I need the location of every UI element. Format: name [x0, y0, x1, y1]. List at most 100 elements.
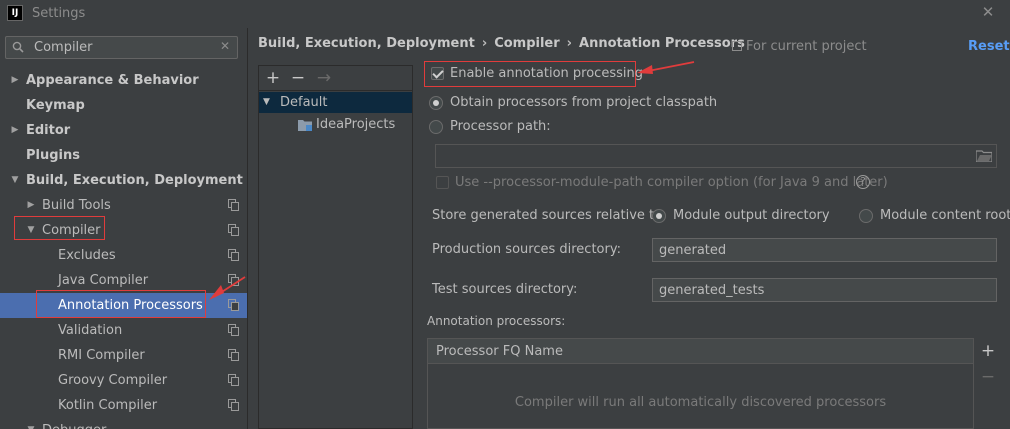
production-sources-label: Production sources directory:: [432, 242, 621, 257]
breadcrumb-item: Annotation Processors: [579, 36, 745, 51]
sidebar-item-keymap[interactable]: Keymap: [0, 93, 247, 118]
module-label: IdeaProjects: [316, 117, 396, 132]
sidebar-item-groovy-compiler[interactable]: Groovy Compiler: [0, 368, 247, 393]
sidebar-divider[interactable]: [247, 28, 248, 429]
sidebar-item-label: RMI Compiler: [58, 348, 145, 363]
sidebar-item-label: Build Tools: [42, 198, 111, 213]
module-path-checkbox[interactable]: [436, 176, 449, 189]
module-path-label[interactable]: Use --processor-module-path compiler opt…: [455, 175, 888, 190]
search-icon: [12, 41, 24, 53]
sidebar-item-label: Annotation Processors: [58, 298, 203, 313]
sidebar-item-kotlin-compiler[interactable]: Kotlin Compiler: [0, 393, 247, 418]
annotation-processors-section-label: Annotation processors:: [427, 314, 566, 328]
project-level-icon: [228, 274, 239, 286]
browse-folder-icon[interactable]: [976, 150, 992, 162]
sidebar-item-label: Java Compiler: [58, 273, 149, 288]
table-empty-text: Compiler will run all automatically disc…: [514, 395, 887, 410]
sidebar-item-label: Excludes: [58, 248, 116, 263]
add-profile-button[interactable]: +: [263, 68, 283, 88]
expand-arrow-icon[interactable]: ▶: [9, 68, 21, 93]
expand-arrow-icon[interactable]: ▶: [9, 118, 21, 143]
project-level-icon: [228, 324, 239, 336]
project-level-icon: [228, 224, 239, 236]
column-header-processor-name[interactable]: Processor FQ Name: [436, 339, 563, 364]
project-level-icon: [228, 199, 239, 211]
test-sources-label: Test sources directory:: [432, 282, 578, 297]
module-folder-icon: [298, 120, 312, 131]
sidebar-item-plugins[interactable]: Plugins: [0, 143, 247, 168]
add-processor-button[interactable]: +: [980, 342, 996, 360]
table-header[interactable]: Processor FQ Name: [428, 339, 973, 364]
remove-profile-button[interactable]: −: [288, 68, 308, 88]
processor-path-label[interactable]: Processor path:: [450, 119, 551, 134]
project-scope-icon: [732, 41, 742, 51]
sidebar-item-compiler[interactable]: ▼ Compiler: [0, 218, 247, 243]
project-level-icon: [228, 299, 239, 311]
breadcrumb-separator: ›: [481, 36, 488, 51]
processor-path-field[interactable]: [435, 144, 997, 168]
obtain-classpath-radio[interactable]: [429, 96, 443, 110]
sidebar-item-label: Keymap: [26, 98, 85, 113]
collapse-arrow-icon[interactable]: ▼: [25, 418, 37, 429]
project-level-icon: [228, 249, 239, 261]
breadcrumb-item: Build, Execution, Deployment: [258, 36, 475, 51]
search-box[interactable]: ✕: [5, 36, 238, 59]
close-icon[interactable]: ✕: [980, 4, 996, 20]
sidebar-item-rmi-compiler[interactable]: RMI Compiler: [0, 343, 247, 368]
module-output-label[interactable]: Module output directory: [673, 208, 830, 223]
move-module-button[interactable]: →: [314, 68, 334, 88]
sidebar-item-label: Kotlin Compiler: [58, 398, 158, 413]
breadcrumb: Build, Execution, Deployment › Compiler › An…: [258, 36, 745, 51]
profile-default[interactable]: ▼ Default: [259, 92, 412, 113]
module-content-radio[interactable]: [859, 209, 873, 223]
production-sources-input[interactable]: [653, 239, 996, 261]
store-generated-label: Store generated sources relative to:: [432, 208, 667, 223]
sidebar-item-label: Compiler: [42, 223, 101, 238]
scope-text: For current project: [746, 39, 867, 54]
profile-module-item[interactable]: IdeaProjects: [259, 114, 412, 136]
sidebar-item-build-execution-deployment[interactable]: ▼ Build, Execution, Deployment: [0, 168, 247, 193]
processors-table: Processor FQ Name Compiler will run all …: [427, 338, 974, 429]
processor-path-input[interactable]: [436, 145, 996, 167]
obtain-classpath-label[interactable]: Obtain processors from project classpath: [450, 95, 717, 110]
sidebar-item-excludes[interactable]: Excludes: [0, 243, 247, 268]
help-icon[interactable]: ?: [856, 175, 870, 189]
remove-processor-button[interactable]: −: [980, 368, 996, 386]
breadcrumb-item: Compiler: [494, 36, 560, 51]
sidebar-item-debugger[interactable]: ▼ Debugger: [0, 418, 247, 429]
sidebar-item-label: Debugger: [42, 418, 106, 429]
test-sources-field[interactable]: [652, 278, 997, 302]
sidebar-item-build-tools[interactable]: ▶ Build Tools: [0, 193, 247, 218]
enable-annotation-processing-checkbox[interactable]: [431, 67, 444, 80]
project-level-icon: [228, 399, 239, 411]
production-sources-field[interactable]: [652, 238, 997, 262]
expand-arrow-icon[interactable]: ▶: [25, 193, 37, 218]
module-content-label[interactable]: Module content root: [880, 208, 1010, 223]
expand-arrow-icon[interactable]: ▼: [263, 92, 270, 113]
sidebar-item-label: Validation: [58, 323, 123, 338]
sidebar-item-editor[interactable]: ▶ Editor: [0, 118, 247, 143]
reset-link[interactable]: Reset: [968, 39, 1010, 54]
settings-sidebar: ✕ ▶ Appearance & Behavior Keymap ▶ Editor Plu…: [0, 28, 247, 429]
processor-path-radio[interactable]: [429, 120, 443, 134]
sidebar-item-label: Build, Execution, Deployment: [26, 173, 243, 188]
search-input[interactable]: [34, 39, 214, 56]
window-title: Settings: [32, 6, 86, 21]
sidebar-item-appearance-behavior[interactable]: ▶ Appearance & Behavior: [0, 68, 247, 93]
enable-annotation-processing-label[interactable]: Enable annotation processing: [450, 66, 643, 81]
breadcrumb-separator: ›: [566, 36, 573, 51]
sidebar-item-java-compiler[interactable]: Java Compiler: [0, 268, 247, 293]
collapse-arrow-icon[interactable]: ▼: [9, 168, 21, 193]
sidebar-item-label: Appearance & Behavior: [26, 73, 199, 88]
annotation-arrow-checkbox: [637, 61, 695, 74]
test-sources-input[interactable]: [653, 279, 996, 301]
module-output-radio[interactable]: [652, 209, 666, 223]
clear-search-icon[interactable]: ✕: [220, 39, 230, 53]
sidebar-item-annotation-processors[interactable]: Annotation Processors: [0, 293, 247, 318]
sidebar-item-validation[interactable]: Validation: [0, 318, 247, 343]
sidebar-item-label: Plugins: [26, 148, 80, 163]
title-bar: IJ Settings ✕: [0, 0, 1010, 28]
profile-label: Default: [280, 95, 328, 110]
collapse-arrow-icon[interactable]: ▼: [25, 218, 37, 243]
profiles-pane: + − → ▼ Default IdeaProjects: [258, 65, 413, 429]
